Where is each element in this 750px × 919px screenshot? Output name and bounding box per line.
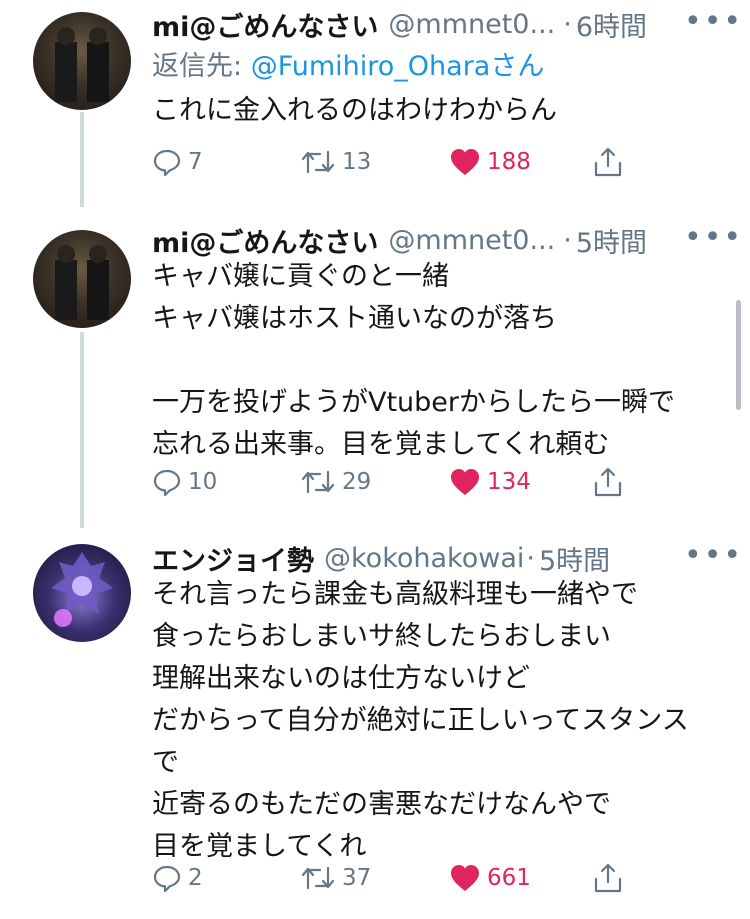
retweet-icon — [301, 150, 335, 174]
retweet-count: 37 — [342, 865, 372, 891]
reply-icon — [153, 469, 181, 497]
reply-to-prefix: 返信先: — [152, 51, 251, 82]
share-button[interactable] — [593, 142, 623, 182]
tweet-text: これに金入れるのはわけわからん — [152, 90, 732, 132]
action-bar: 7 13 188 — [152, 142, 632, 182]
heart-icon — [451, 149, 479, 175]
tweet-line: 忘れる出来事。目を覚ましてくれ頼む — [152, 429, 610, 460]
retweet-button[interactable]: 37 — [300, 858, 371, 898]
tweet-line: 理解出来ないのは仕方ないけど — [152, 663, 530, 694]
share-icon — [594, 863, 622, 893]
tweet-text: キャバ嬢に貢ぐのと一緒 キャバ嬢はホスト通いなのが落ち 一万を投げようがVtub… — [152, 256, 732, 466]
like-button[interactable]: 661 — [449, 858, 531, 898]
retweet-count: 13 — [342, 149, 372, 175]
tweet-line: 一万を投げようがVtuberからしたら一瞬で — [152, 387, 676, 418]
reply-to-line: 返信先: @Fumihiro_Oharaさん — [152, 44, 544, 83]
display-name[interactable]: mi@ごめんなさい — [152, 5, 378, 44]
like-button[interactable]: 134 — [449, 462, 531, 502]
tweet-line: 食ったらおしまいサ終したらおしまい — [152, 621, 611, 652]
separator-dot: · — [563, 8, 572, 40]
action-bar: 10 29 134 — [152, 462, 632, 502]
retweet-count: 29 — [342, 469, 372, 495]
share-button[interactable] — [593, 462, 623, 502]
reply-button[interactable]: 2 — [152, 858, 203, 898]
reply-icon — [153, 149, 181, 177]
reply-button[interactable]: 10 — [152, 462, 217, 502]
share-icon — [594, 147, 622, 177]
user-handle[interactable]: @kokohakowai — [324, 543, 524, 574]
tweet-line: だからって自分が絶対に正しいってスタンス — [152, 705, 689, 736]
tweet-line: キャバ嬢はホスト通いなのが落ち — [152, 303, 557, 334]
reply-count: 2 — [188, 865, 203, 891]
avatar[interactable] — [33, 12, 131, 110]
reply-count: 7 — [188, 149, 203, 175]
separator-dot: · — [563, 224, 572, 256]
avatar[interactable] — [33, 230, 131, 328]
action-bar: 2 37 661 — [152, 858, 632, 898]
more-icon[interactable]: ••• — [684, 4, 743, 39]
tweet-3[interactable]: エンジョイ勢 @kokohakowai · 5時間 ••• それ言ったら課金も高… — [0, 538, 750, 919]
tweet-1[interactable]: mi@ごめんなさい @mmnet0... · 6時間 ••• 返信先: @Fum… — [0, 0, 750, 205]
tweet-line: それ言ったら課金も高級料理も一緒やで — [152, 579, 638, 610]
like-count: 188 — [487, 149, 531, 175]
heart-icon — [451, 469, 479, 495]
tweet-2[interactable]: mi@ごめんなさい @mmnet0... · 5時間 ••• キャバ嬢に貢ぐのと… — [0, 220, 750, 520]
tweet-header: mi@ごめんなさい @mmnet0... · 5時間 — [152, 220, 647, 260]
more-icon[interactable]: ••• — [684, 538, 743, 573]
tweet-line: キャバ嬢に貢ぐのと一緒 — [152, 261, 449, 292]
like-button[interactable]: 188 — [449, 142, 531, 182]
display-name[interactable]: エンジョイ勢 — [152, 539, 314, 578]
tweet-line: これに金入れるのはわけわからん — [152, 95, 557, 126]
tweet-line: 近寄るのもただの害悪なだけなんやで — [152, 789, 611, 820]
reply-count: 10 — [188, 469, 218, 495]
tweet-line: で — [152, 747, 179, 778]
scrollbar-thumb[interactable] — [736, 300, 741, 410]
share-icon — [594, 467, 622, 497]
user-handle[interactable]: @mmnet0... — [388, 9, 555, 40]
timestamp[interactable]: 5時間 — [539, 539, 610, 578]
tweet-text: それ言ったら課金も高級料理も一緒やで 食ったらおしまいサ終したらおしまい 理解出… — [152, 574, 732, 868]
retweet-icon — [301, 470, 335, 494]
user-handle[interactable]: @mmnet0... — [388, 225, 555, 256]
heart-icon — [451, 865, 479, 891]
display-name[interactable]: mi@ごめんなさい — [152, 221, 378, 260]
reply-button[interactable]: 7 — [152, 142, 203, 182]
tweet-line-blank — [152, 340, 732, 382]
tweet-header: エンジョイ勢 @kokohakowai · 5時間 — [152, 538, 610, 578]
like-count: 134 — [487, 469, 531, 495]
avatar[interactable] — [33, 544, 131, 642]
tweet-header: mi@ごめんなさい @mmnet0... · 6時間 — [152, 4, 647, 44]
timestamp[interactable]: 5時間 — [576, 221, 647, 260]
retweet-button[interactable]: 13 — [300, 142, 371, 182]
more-icon[interactable]: ••• — [684, 220, 743, 255]
like-count: 661 — [487, 865, 531, 891]
reply-to-suffix[interactable]: さん — [490, 51, 544, 82]
timestamp[interactable]: 6時間 — [576, 5, 647, 44]
share-button[interactable] — [593, 858, 623, 898]
retweet-icon — [301, 866, 335, 890]
separator-dot: · — [526, 542, 535, 574]
reply-icon — [153, 865, 181, 893]
reply-to-mention[interactable]: @Fumihiro_Ohara — [251, 51, 491, 82]
retweet-button[interactable]: 29 — [300, 462, 371, 502]
